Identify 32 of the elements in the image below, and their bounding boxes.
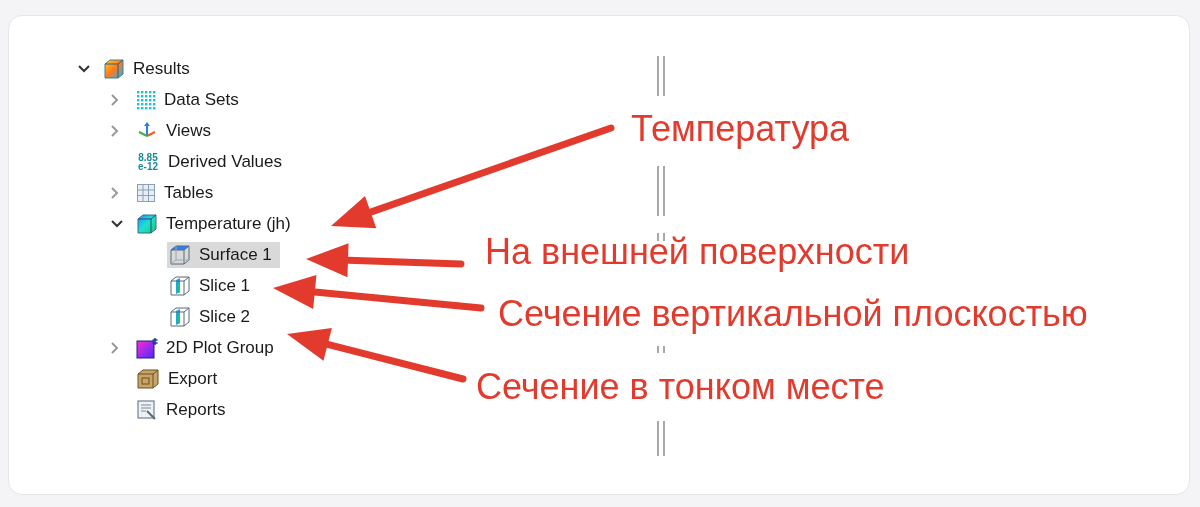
- chevron-right-icon[interactable]: [110, 92, 120, 107]
- chevron-down-icon[interactable]: [110, 218, 124, 229]
- cube-icon: [136, 213, 158, 234]
- sliced-cube-icon: [169, 275, 191, 296]
- wireframe-cube-icon: [169, 244, 191, 265]
- tree-item[interactable]: Surface 1: [167, 241, 280, 268]
- annotation-label: Сечение вертикальной плоскостью: [498, 294, 1088, 334]
- document-icon: [136, 398, 158, 421]
- annotation-label: Сечение в тонком месте: [476, 367, 885, 407]
- chevron-right-icon[interactable]: [110, 340, 120, 355]
- tree-item[interactable]: 2D Plot Group: [134, 334, 282, 361]
- tree-item[interactable]: Slice 2: [167, 303, 259, 330]
- tree-item[interactable]: Slice 1: [167, 272, 259, 299]
- plot-square-icon: [136, 336, 158, 359]
- grid-dots-icon: [136, 89, 156, 110]
- cube-icon: [103, 58, 125, 79]
- tree-item[interactable]: Results: [101, 55, 198, 82]
- crate-icon: [136, 368, 160, 389]
- tree-item[interactable]: Tables: [134, 179, 222, 206]
- annotation-label: На внешней поверхности: [485, 232, 910, 272]
- chevron-right-icon[interactable]: [110, 123, 120, 138]
- tree-item[interactable]: Temperature (jh): [134, 210, 299, 237]
- annotation-label: Температура: [631, 109, 850, 149]
- sliced-cube-icon: [169, 306, 191, 327]
- table-icon: [136, 182, 156, 203]
- chevron-down-icon[interactable]: [77, 63, 91, 74]
- tree-item[interactable]: Data Sets: [134, 86, 247, 113]
- chevron-right-icon[interactable]: [110, 185, 120, 200]
- tree-item[interactable]: Reports: [134, 396, 234, 423]
- number-icon: 8.85 e-12: [136, 152, 160, 171]
- tree-item[interactable]: Export: [134, 365, 226, 392]
- tree-item[interactable]: Views: [134, 117, 220, 144]
